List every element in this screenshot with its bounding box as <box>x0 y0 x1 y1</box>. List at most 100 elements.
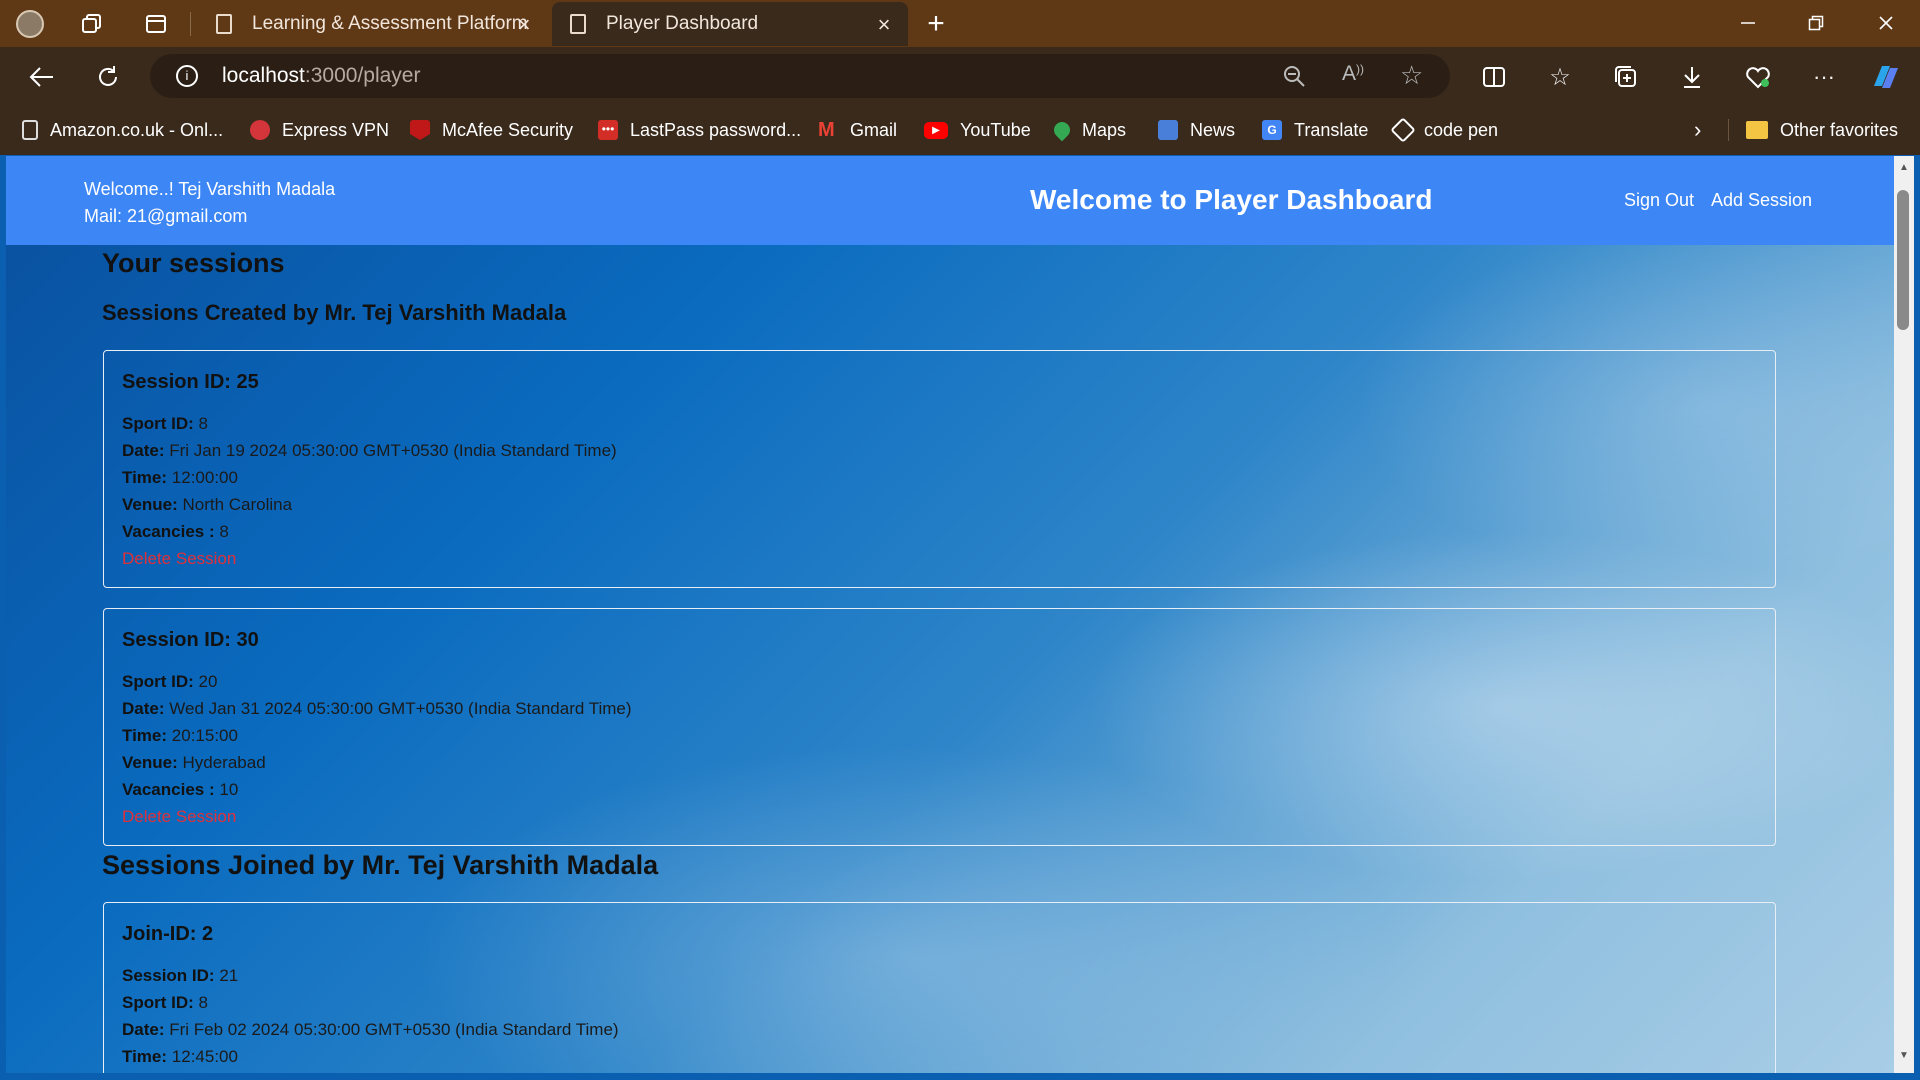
fav-label: Gmail <box>850 119 898 140</box>
fav-label: code pen <box>1424 119 1499 140</box>
new-tab-icon[interactable]: + <box>922 7 950 40</box>
fav-label: News <box>1190 119 1236 140</box>
session-card: Session ID: 30 Sport ID: 20 Date: Wed Ja… <box>103 608 1776 846</box>
url-bar[interactable]: i localhost:3000/player A)) ☆ <box>150 54 1450 98</box>
browser-title-bar: Learning & Assessment Platform × Player … <box>0 0 1920 47</box>
session-id: Session ID: 25 <box>122 371 259 393</box>
fav-label: Maps <box>1082 119 1127 140</box>
time-row: Time: 20:15:00 <box>122 722 632 749</box>
field-value: 8 <box>198 993 208 1012</box>
field-value: Fri Jan 19 2024 05:30:00 GMT+0530 (India… <box>169 441 617 460</box>
url-text[interactable]: localhost:3000/player <box>222 64 420 88</box>
workspaces-icon[interactable] <box>78 10 106 38</box>
field-value: 10 <box>219 780 239 799</box>
translate-icon: G <box>1262 120 1282 140</box>
fav-label: Amazon.co.uk - Onl... <box>50 119 224 140</box>
field-value: Hyderabad <box>182 753 266 772</box>
url-path: :3000/player <box>304 64 421 87</box>
window-close-icon[interactable] <box>1866 8 1906 38</box>
gmail-icon: M <box>818 119 835 141</box>
tab-title: Learning & Assessment Platform <box>252 13 528 34</box>
fav-news[interactable]: News <box>1158 117 1235 143</box>
session-card: Session ID: 25 Sport ID: 8 Date: Fri Jan… <box>103 350 1776 588</box>
field-label: Sport ID: <box>122 672 194 691</box>
tab-title: Player Dashboard <box>606 13 759 34</box>
fav-other-favorites[interactable]: Other favorites <box>1746 117 1898 143</box>
back-icon[interactable] <box>24 59 60 95</box>
tab-player-dashboard[interactable]: Player Dashboard × <box>552 2 908 46</box>
browser-essentials-icon[interactable] <box>1740 59 1776 95</box>
time-row: Time: 12:00:00 <box>122 464 617 491</box>
fav-label: Express VPN <box>282 119 390 140</box>
field-value: 12:45:00 <box>171 1047 238 1066</box>
fav-express-vpn[interactable]: Express VPN <box>250 117 389 143</box>
close-tab-icon[interactable]: × <box>512 12 536 38</box>
vacancies-row: Vacancies : 8 <box>122 518 617 545</box>
youtube-icon: ▶ <box>924 121 948 139</box>
lastpass-icon: ••• <box>598 120 618 140</box>
fav-label: McAfee Security <box>442 119 574 140</box>
chevron-right-icon[interactable]: › <box>1694 117 1701 143</box>
fav-label: YouTube <box>960 119 1031 140</box>
downloads-icon[interactable] <box>1674 59 1710 95</box>
profile-avatar-icon[interactable] <box>16 10 44 38</box>
split-screen-icon[interactable] <box>1476 59 1512 95</box>
fav-youtube[interactable]: ▶ YouTube <box>924 117 1031 143</box>
close-tab-icon[interactable]: × <box>872 12 896 38</box>
delete-session-link[interactable]: Delete Session <box>122 549 236 568</box>
site-info-icon[interactable]: i <box>176 65 198 87</box>
date-row: Date: Wed Jan 31 2024 05:30:00 GMT+0530 … <box>122 695 632 722</box>
created-sessions-heading: Sessions Created by Mr. Tej Varshith Mad… <box>102 300 567 325</box>
favorites-icon[interactable]: ☆ <box>1542 59 1578 95</box>
favorite-star-icon[interactable]: ☆ <box>1400 60 1423 91</box>
copilot-icon[interactable] <box>1868 59 1904 95</box>
collections-icon[interactable] <box>1608 59 1644 95</box>
add-session-link[interactable]: Add Session <box>1711 190 1812 211</box>
scroll-up-icon[interactable]: ▲ <box>1897 162 1911 173</box>
field-value: 12:00:00 <box>171 468 238 487</box>
restore-icon[interactable] <box>1796 8 1836 38</box>
field-label: Date: <box>122 699 165 718</box>
field-label: Sport ID: <box>122 414 194 433</box>
fav-gmail[interactable]: M Gmail <box>818 117 897 143</box>
expressvpn-icon <box>250 120 270 140</box>
date-row: Date: Fri Feb 02 2024 05:30:00 GMT+0530 … <box>122 1016 619 1043</box>
scroll-down-icon[interactable]: ▼ <box>1897 1050 1911 1061</box>
url-host: localhost <box>222 64 305 87</box>
sport-id-row: Sport ID: 8 <box>122 989 619 1016</box>
sport-id-row: Sport ID: 20 <box>122 668 632 695</box>
read-aloud-icon[interactable]: A)) <box>1342 62 1364 86</box>
page-icon <box>570 14 586 34</box>
tab-actions-icon[interactable] <box>142 10 170 38</box>
zoom-icon[interactable] <box>1282 64 1306 93</box>
fav-label: LastPass password... <box>630 119 802 140</box>
news-icon <box>1158 120 1178 140</box>
field-label: Vacancies : <box>122 780 215 799</box>
tab-learning-platform[interactable]: Learning & Assessment Platform × <box>198 2 548 46</box>
field-label: Time: <box>122 726 168 745</box>
minimize-icon[interactable] <box>1728 8 1768 38</box>
sign-out-link[interactable]: Sign Out <box>1624 190 1694 211</box>
fav-codepen[interactable]: code pen <box>1390 117 1499 143</box>
vacancies-row: Vacancies : 10 <box>122 776 632 803</box>
field-label: Time: <box>122 1047 168 1066</box>
field-label: Session ID: <box>122 966 215 985</box>
mcafee-shield-icon <box>410 120 430 140</box>
joined-session-card: Join-ID: 2 Session ID: 21 Sport ID: 8 Da… <box>103 902 1776 1073</box>
session-id-row: Session ID: 21 <box>122 962 619 989</box>
page-icon <box>216 14 232 34</box>
sport-id-row: Sport ID: 8 <box>122 410 617 437</box>
more-menu-icon[interactable]: ··· <box>1806 59 1842 95</box>
field-label: Time: <box>122 468 168 487</box>
fav-mcafee[interactable]: McAfee Security <box>410 117 573 143</box>
venue-row: Venue: North Carolina <box>122 491 617 518</box>
fav-maps[interactable]: Maps <box>1050 117 1127 143</box>
delete-session-link[interactable]: Delete Session <box>122 807 236 826</box>
field-value: 8 <box>219 522 229 541</box>
fav-translate[interactable]: G Translate <box>1262 117 1368 143</box>
scrollbar-thumb[interactable] <box>1897 190 1909 330</box>
fav-lastpass[interactable]: ••• LastPass password... <box>598 117 801 143</box>
fav-amazon[interactable]: Amazon.co.uk - Onl... <box>22 117 223 143</box>
field-label: Date: <box>122 441 165 460</box>
refresh-icon[interactable] <box>90 59 126 95</box>
